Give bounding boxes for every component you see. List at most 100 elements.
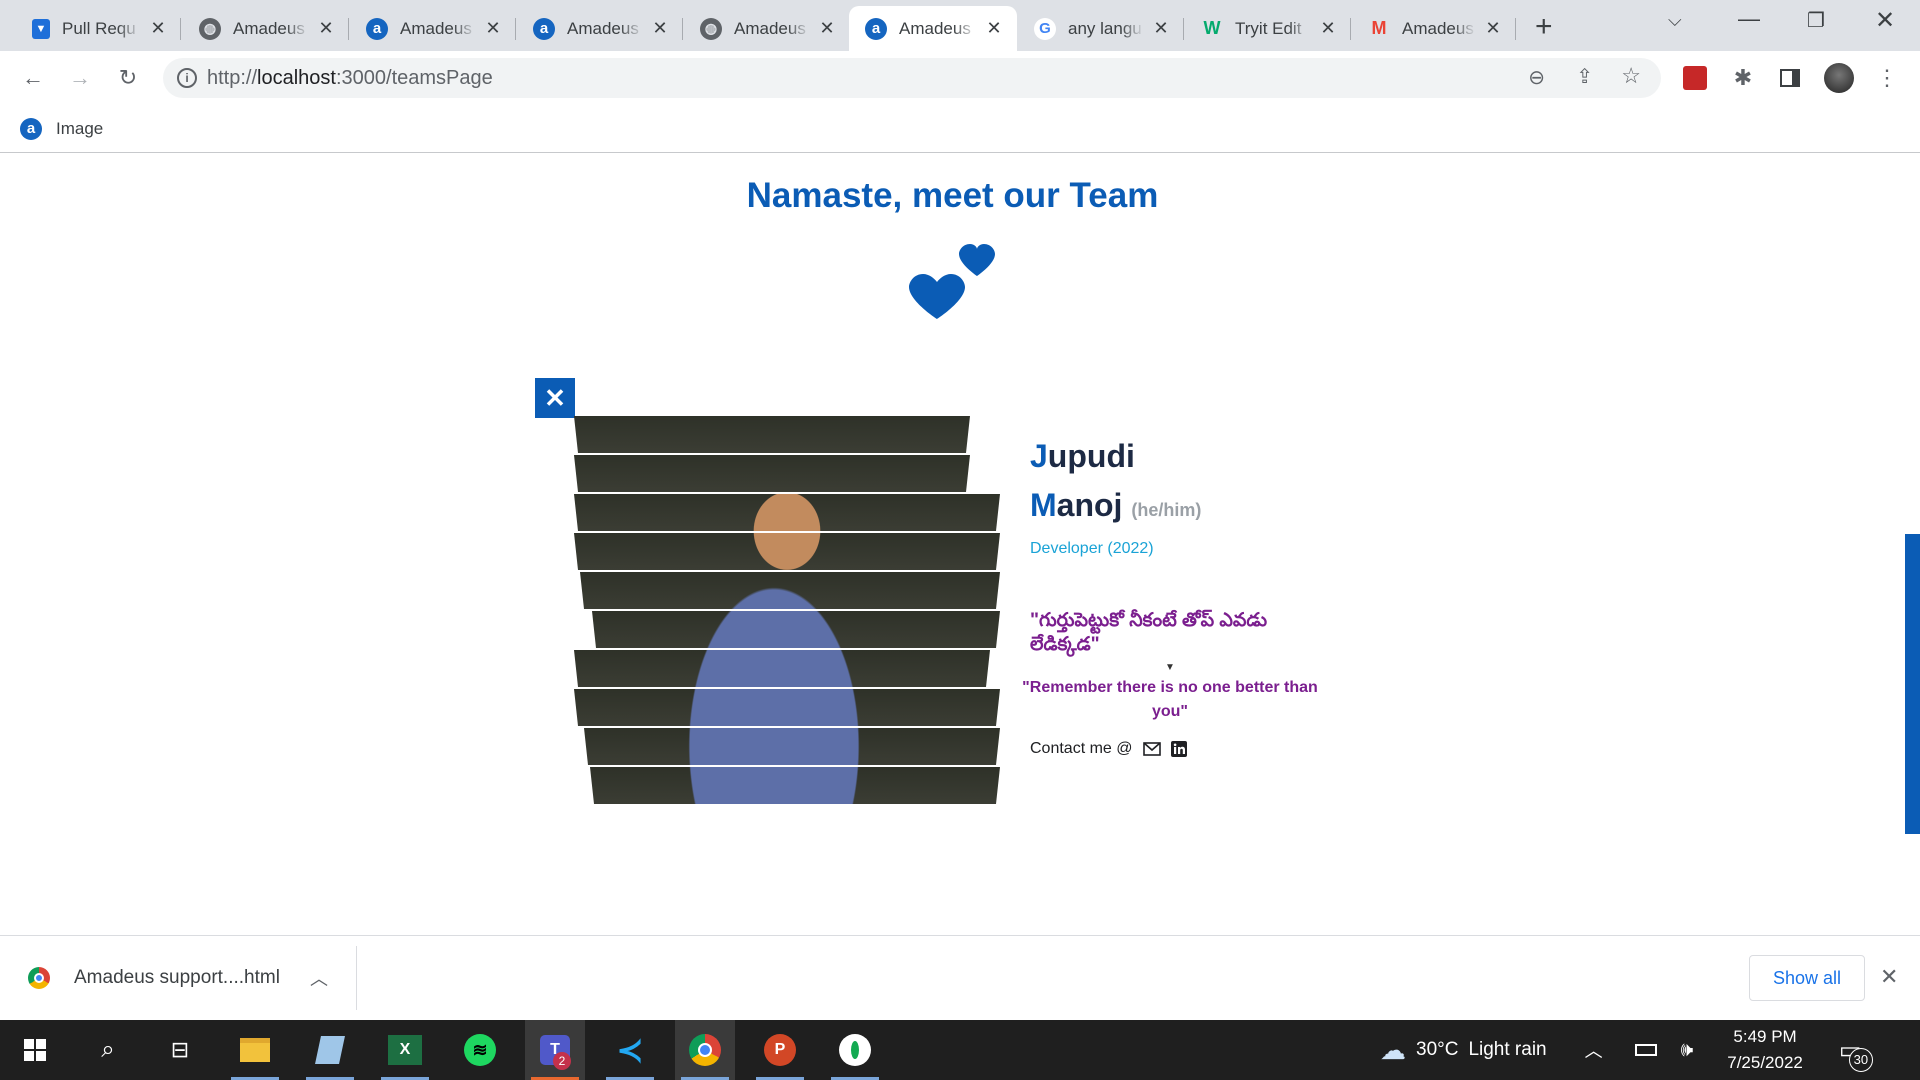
- extension-red-icon[interactable]: [1678, 61, 1712, 95]
- close-tab-icon[interactable]: ✕: [1319, 18, 1337, 39]
- url-text[interactable]: http://localhost:3000/teamsPage: [207, 67, 493, 90]
- contact-label: Contact me @: [1030, 740, 1133, 757]
- notifications-icon[interactable]: ▭ 30: [1839, 1036, 1873, 1072]
- page-title: Namaste, meet our Team: [746, 176, 1159, 215]
- close-tab-icon[interactable]: ✕: [818, 18, 836, 39]
- member-name: Jupudi Manoj (he/him): [1030, 432, 1201, 535]
- vscode-icon[interactable]: ≺: [600, 1020, 660, 1080]
- tab[interactable]: ◍ Amadeus ✕: [183, 6, 349, 51]
- restore-icon[interactable]: ❐: [1807, 8, 1825, 33]
- azure-devops-icon: ▼: [32, 18, 50, 39]
- search-icon[interactable]: ⌕: [78, 1020, 138, 1080]
- teams-badge: 2: [553, 1052, 571, 1070]
- close-button[interactable]: ✕: [535, 378, 575, 418]
- photo-strip: [574, 533, 1000, 570]
- linkedin-icon[interactable]: [1170, 741, 1187, 757]
- address-bar[interactable]: i http://localhost:3000/teamsPage ⊖ ⇪ ☆: [163, 58, 1661, 98]
- reload-icon[interactable]: ↻: [111, 61, 145, 95]
- tab[interactable]: W Tryit Edit ✕: [1185, 6, 1351, 51]
- forward-icon[interactable]: →: [63, 61, 97, 95]
- photo-strip: [584, 728, 1000, 765]
- weather-description[interactable]: Light rain: [1468, 1039, 1546, 1061]
- file-explorer-icon[interactable]: [225, 1020, 285, 1080]
- tab-active[interactable]: a Amadeus ✕: [849, 6, 1017, 51]
- tab[interactable]: M Amadeus ✕: [1352, 6, 1516, 51]
- close-tab-icon[interactable]: ✕: [985, 18, 1003, 39]
- member-photo: [574, 416, 1000, 804]
- bookmark-item[interactable]: a Image: [20, 117, 104, 140]
- photo-strip: [574, 494, 1000, 531]
- close-tab-icon[interactable]: ✕: [1484, 18, 1502, 39]
- windows-start-icon[interactable]: [5, 1020, 65, 1080]
- back-icon[interactable]: ←: [16, 61, 50, 95]
- close-tab-icon[interactable]: ✕: [484, 18, 502, 39]
- bookmark-label: Image: [56, 118, 104, 138]
- profile-avatar[interactable]: [1822, 61, 1856, 95]
- scrollbar-accent[interactable]: [1905, 534, 1920, 834]
- tab[interactable]: ▼ Pull Requ ✕: [16, 6, 181, 51]
- google-icon: G: [1034, 17, 1056, 40]
- close-tab-icon[interactable]: ✕: [149, 18, 167, 39]
- close-tab-icon[interactable]: ✕: [1152, 18, 1170, 39]
- member-first-name: Jupudi: [1030, 432, 1201, 481]
- menu-kebab-icon[interactable]: ⋮: [1870, 61, 1904, 95]
- chevron-up-icon[interactable]: ︿: [310, 965, 328, 991]
- photo-strip: [574, 455, 970, 492]
- tab[interactable]: a Amadeus ✕: [350, 6, 516, 51]
- gmail-icon: M: [1371, 18, 1387, 38]
- tab-search-icon[interactable]: ⌵: [1668, 10, 1682, 31]
- amadeus-icon: a: [20, 117, 42, 140]
- side-panel-icon[interactable]: [1773, 61, 1807, 95]
- clock-date: 7/25/2022: [1727, 1053, 1803, 1072]
- window-close-icon[interactable]: ✕: [1875, 6, 1895, 35]
- extensions-puzzle-icon[interactable]: ✱: [1726, 61, 1760, 95]
- caret-down-icon[interactable]: ▼: [1165, 662, 1175, 673]
- mongodb-compass-icon[interactable]: [825, 1020, 885, 1080]
- info-icon[interactable]: i: [177, 68, 197, 88]
- tab-title: any langu: [1068, 18, 1142, 38]
- teams-icon[interactable]: T2: [525, 1020, 585, 1080]
- photo-strip: [580, 572, 1000, 609]
- share-icon[interactable]: ⇪: [1576, 64, 1593, 89]
- tab-title: Amadeus: [400, 18, 472, 38]
- powerpoint-icon[interactable]: P: [750, 1020, 810, 1080]
- chevron-up-icon[interactable]: ︿: [1585, 1037, 1603, 1063]
- tab-title: Amadeus: [899, 18, 971, 38]
- pronouns: (he/him): [1131, 500, 1202, 520]
- bookmarks-bar: a Image: [0, 105, 1920, 153]
- tab-title: Amadeus: [734, 18, 806, 38]
- email-icon[interactable]: [1142, 742, 1161, 756]
- zoom-icon[interactable]: ⊖: [1528, 65, 1545, 90]
- weather-temp[interactable]: 30°C: [1416, 1039, 1458, 1061]
- show-all-button[interactable]: Show all: [1749, 955, 1865, 1001]
- close-tab-icon[interactable]: ✕: [317, 18, 335, 39]
- download-bar: Amadeus support....html ︿ Show all ✕: [0, 935, 1920, 1020]
- minimize-icon[interactable]: —: [1738, 6, 1760, 32]
- tab[interactable]: G any langu ✕: [1018, 6, 1184, 51]
- taskbar: ⌕ ⊟ X ≋ T2 ≺ P ☁ 30°C Light rain ︿ 🕪 5:4…: [0, 1020, 1920, 1080]
- volume-icon[interactable]: 🕪: [1681, 1039, 1694, 1062]
- tab[interactable]: a Amadeus ✕: [517, 6, 683, 51]
- close-icon[interactable]: ✕: [1880, 964, 1898, 990]
- download-filename: Amadeus support....html: [74, 967, 280, 988]
- tab-title: Pull Requ: [62, 18, 136, 38]
- last-initial: M: [1030, 487, 1057, 523]
- new-tab-button[interactable]: +: [1535, 10, 1553, 44]
- quote-telugu: "గుర్తుపెట్టుకో నీకంటే తోప్ ఎవడు లేడిక్క…: [1030, 610, 1268, 655]
- battery-icon[interactable]: [1634, 1044, 1657, 1056]
- bookmark-star-icon[interactable]: ☆: [1621, 63, 1641, 89]
- excel-icon[interactable]: X: [375, 1020, 435, 1080]
- download-item[interactable]: Amadeus support....html ︿: [28, 956, 328, 1000]
- notepad-icon[interactable]: [300, 1020, 360, 1080]
- chrome-icon: [28, 967, 50, 989]
- close-tab-icon[interactable]: ✕: [651, 18, 669, 39]
- spotify-icon[interactable]: ≋: [450, 1020, 510, 1080]
- clock[interactable]: 5:49 PM 7/25/2022: [1727, 1024, 1803, 1076]
- chrome-icon[interactable]: [675, 1020, 735, 1080]
- tab[interactable]: ◍ Amadeus ✕: [684, 6, 850, 51]
- amadeus-icon: a: [865, 17, 887, 40]
- tab-title: Amadeus: [233, 18, 305, 38]
- cloud-rain-icon[interactable]: ☁: [1380, 1035, 1406, 1066]
- globe-icon: ◍: [700, 17, 722, 40]
- task-view-icon[interactable]: ⊟: [150, 1020, 210, 1080]
